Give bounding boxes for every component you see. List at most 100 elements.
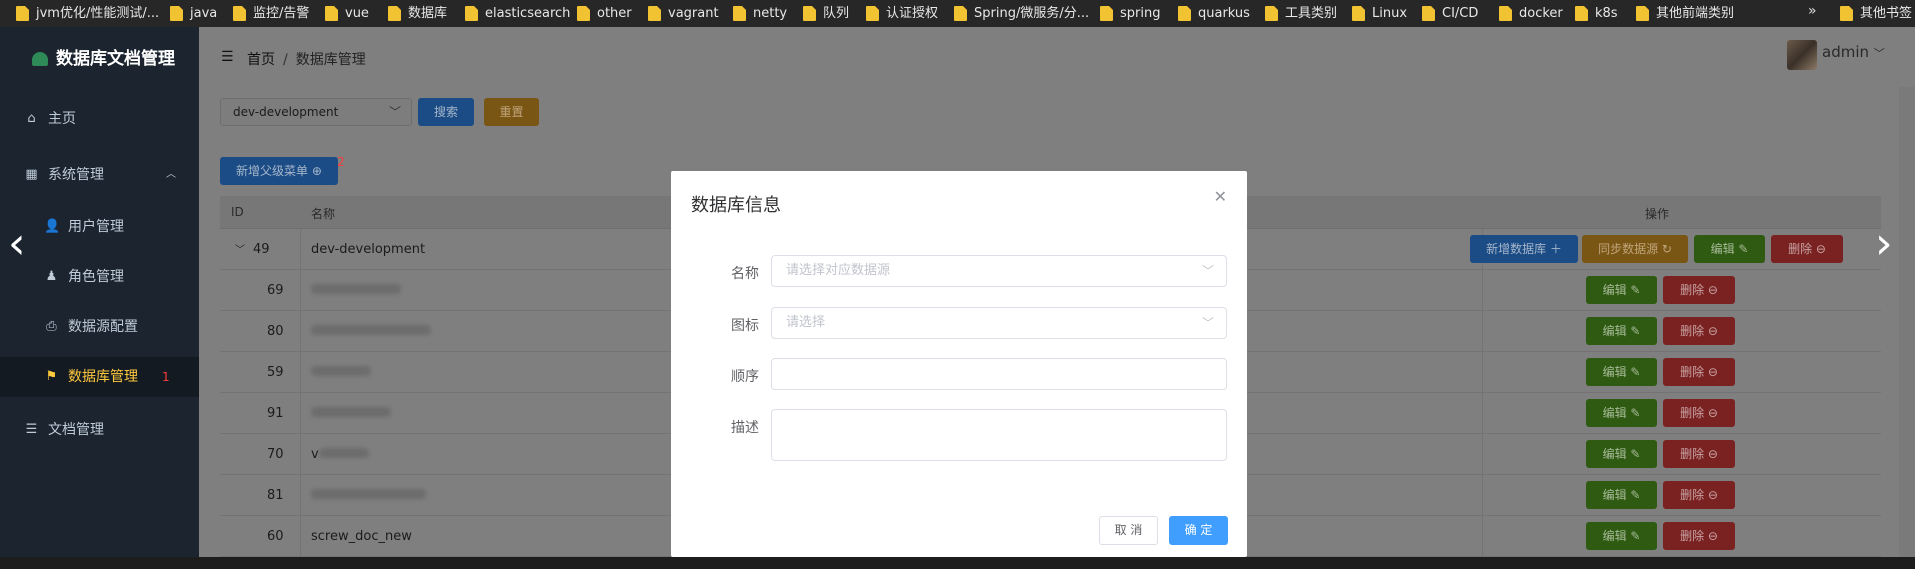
delete-button[interactable]: 删除 ⊖ bbox=[1663, 317, 1735, 345]
printer-icon: ⎙ bbox=[46, 319, 57, 334]
sidebar-item-datasource[interactable]: ⎙ 数据源配置 bbox=[0, 307, 199, 347]
folder-icon bbox=[954, 6, 967, 21]
cancel-button[interactable]: 取 消 bbox=[1099, 516, 1158, 545]
edit-button[interactable]: 编辑 ✎ bbox=[1586, 440, 1657, 468]
sidebar-item-home[interactable]: ⌂ 主页 bbox=[0, 99, 199, 139]
delete-button[interactable]: 删除 ⊖ bbox=[1663, 481, 1735, 509]
logo-icon bbox=[32, 52, 48, 66]
other-bookmarks[interactable]: 其他书签 bbox=[1838, 4, 1912, 23]
sidebar-item-system[interactable]: ▦ 系统管理 ︿ bbox=[0, 155, 199, 195]
search-button[interactable]: 搜索 bbox=[418, 98, 474, 126]
confirm-button[interactable]: 确 定 bbox=[1169, 516, 1228, 545]
bookmark-item[interactable]: 认证授权 bbox=[864, 4, 938, 23]
chevron-down-icon: ﹀ bbox=[1873, 47, 1885, 60]
folder-icon bbox=[325, 6, 338, 21]
description-textarea[interactable] bbox=[771, 409, 1227, 461]
home-icon: ⌂ bbox=[27, 111, 36, 126]
bookmark-item[interactable]: java bbox=[168, 4, 217, 23]
bookmark-item[interactable]: Spring/微服务/分... bbox=[952, 4, 1089, 23]
folder-icon bbox=[1840, 6, 1853, 21]
icon-label: 图标 bbox=[731, 318, 759, 334]
redacted-name bbox=[311, 366, 371, 376]
scrollbar[interactable] bbox=[1899, 87, 1915, 557]
breadcrumb-current: 数据库管理 bbox=[295, 52, 366, 68]
sync-datasource-button[interactable]: 同步数据源 ↻ bbox=[1582, 235, 1688, 263]
chevron-down-icon: ﹀ bbox=[388, 105, 401, 119]
close-icon[interactable]: ✕ bbox=[1214, 187, 1227, 206]
redacted-name bbox=[311, 284, 401, 294]
bookmark-item[interactable]: k8s bbox=[1573, 4, 1618, 23]
bookmark-item[interactable]: 其他前端类别 bbox=[1634, 4, 1734, 23]
bookmarks-bar: jvm优化/性能测试/... java 监控/告警 vue 数据库 elasti… bbox=[0, 0, 1915, 27]
datasource-select-field[interactable]: 请选择对应数据源 ﹀ bbox=[771, 255, 1227, 287]
bookmark-item[interactable]: other bbox=[575, 4, 632, 23]
delete-button[interactable]: 删除 ⊖ bbox=[1663, 399, 1735, 427]
next-arrow-icon[interactable]: › bbox=[1875, 222, 1893, 266]
folder-icon bbox=[733, 6, 746, 21]
bookmark-item[interactable]: 队列 bbox=[801, 4, 849, 23]
annotation-badge: 2 bbox=[337, 155, 345, 169]
bookmark-item[interactable]: 数据库 bbox=[386, 4, 447, 23]
bookmark-item[interactable]: CI/CD bbox=[1420, 4, 1478, 23]
avatar[interactable] bbox=[1787, 40, 1817, 70]
previous-arrow-icon[interactable]: ‹ bbox=[8, 222, 26, 266]
bookmark-item[interactable]: docker bbox=[1497, 4, 1563, 23]
folder-icon bbox=[866, 6, 879, 21]
icon-select-field[interactable]: 请选择 ﹀ bbox=[771, 307, 1227, 339]
dialog-title: 数据库信息 bbox=[691, 195, 781, 216]
add-parent-menu-button[interactable]: 新增父级菜单 ⊕ bbox=[220, 157, 338, 185]
edit-button[interactable]: 编辑 ✎ bbox=[1586, 399, 1657, 427]
bottom-bar bbox=[0, 557, 1915, 569]
sidebar-item-docs[interactable]: ☰ 文档管理 bbox=[0, 410, 199, 450]
bookmarks-overflow-button[interactable]: » bbox=[1808, 3, 1817, 19]
delete-button[interactable]: 删除 ⊖ bbox=[1771, 235, 1843, 263]
chevron-down-icon: ﹀ bbox=[1201, 316, 1214, 330]
add-database-button[interactable]: 新增数据库 ＋ bbox=[1470, 235, 1578, 263]
sidebar-item-roles[interactable]: ♟ 角色管理 bbox=[0, 257, 199, 297]
edit-button[interactable]: 编辑 ✎ bbox=[1586, 276, 1657, 304]
order-label: 顺序 bbox=[731, 369, 759, 385]
edit-button[interactable]: 编辑 ✎ bbox=[1586, 317, 1657, 345]
folder-icon bbox=[1636, 6, 1649, 21]
app-title: 数据库文档管理 bbox=[56, 49, 175, 69]
bookmark-item[interactable]: 工具类别 bbox=[1263, 4, 1337, 23]
grid-icon: ▦ bbox=[25, 167, 38, 182]
breadcrumb-home[interactable]: 首页 bbox=[247, 52, 275, 68]
reset-button[interactable]: 重置 bbox=[484, 98, 539, 126]
delete-button[interactable]: 删除 ⊖ bbox=[1663, 440, 1735, 468]
edit-button[interactable]: 编辑 ✎ bbox=[1586, 481, 1657, 509]
folder-icon bbox=[233, 6, 246, 21]
bookmark-item[interactable]: vagrant bbox=[646, 4, 719, 23]
order-input[interactable] bbox=[771, 358, 1227, 390]
bookmark-item[interactable]: jvm优化/性能测试/... bbox=[14, 4, 159, 23]
sidebar-item-users[interactable]: 👤 用户管理 bbox=[0, 207, 199, 247]
bookmark-item[interactable]: spring bbox=[1098, 4, 1160, 23]
bookmark-item[interactable]: quarkus bbox=[1176, 4, 1250, 23]
user-menu[interactable]: admin ﹀ bbox=[1822, 43, 1885, 61]
chevron-down-icon: ﹀ bbox=[1201, 264, 1214, 278]
delete-button[interactable]: 删除 ⊖ bbox=[1663, 522, 1735, 550]
description-label: 描述 bbox=[731, 420, 759, 436]
redacted-name bbox=[318, 448, 369, 458]
role-icon: ♟ bbox=[45, 269, 58, 284]
edit-button[interactable]: 编辑 ✎ bbox=[1586, 358, 1657, 386]
edit-button[interactable]: 编辑 ✎ bbox=[1694, 235, 1765, 263]
bookmark-item[interactable]: 监控/告警 bbox=[231, 4, 309, 23]
sidebar-item-database[interactable]: ⚑ 数据库管理 1 bbox=[0, 357, 199, 397]
bookmark-item[interactable]: elasticsearch bbox=[463, 4, 570, 23]
folder-icon bbox=[1178, 6, 1191, 21]
datasource-select[interactable]: dev-development ﹀ bbox=[220, 98, 412, 126]
folder-icon bbox=[1352, 6, 1365, 21]
delete-button[interactable]: 删除 ⊖ bbox=[1663, 276, 1735, 304]
flag-icon: ⚑ bbox=[45, 369, 58, 384]
chevron-up-icon: ︿ bbox=[166, 169, 176, 180]
header-operations: 操作 bbox=[1645, 207, 1670, 221]
bookmark-item[interactable]: Linux bbox=[1350, 4, 1407, 23]
bookmark-item[interactable]: vue bbox=[323, 4, 369, 23]
delete-button[interactable]: 删除 ⊖ bbox=[1663, 358, 1735, 386]
hamburger-icon[interactable]: ☰ bbox=[221, 49, 234, 65]
expand-chevron-icon[interactable]: ﹀ bbox=[235, 241, 245, 256]
bookmark-item[interactable]: netty bbox=[731, 4, 787, 23]
folder-icon bbox=[16, 6, 29, 21]
edit-button[interactable]: 编辑 ✎ bbox=[1586, 522, 1657, 550]
